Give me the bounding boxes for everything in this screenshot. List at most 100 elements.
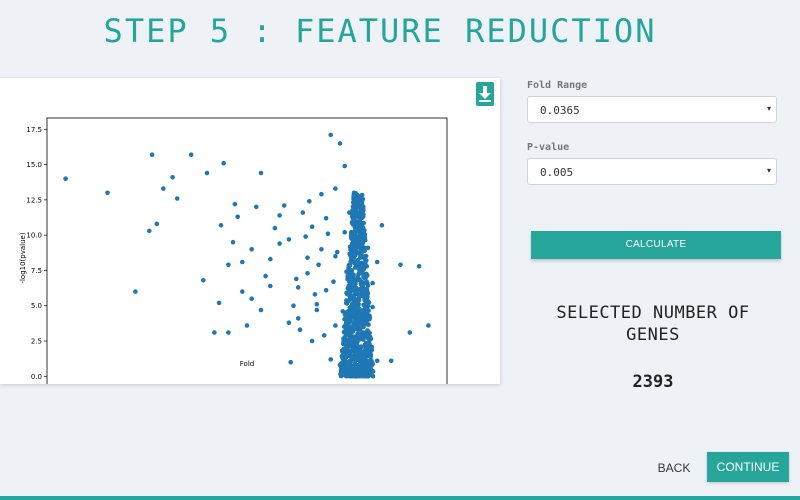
data-point xyxy=(343,325,348,331)
data-point xyxy=(362,321,368,327)
data-point xyxy=(351,368,357,374)
chevron-down-icon: ▾ xyxy=(766,166,771,175)
data-point xyxy=(321,333,327,338)
data-point xyxy=(359,253,364,258)
pvalue-value: 0.005 xyxy=(540,166,574,179)
data-point xyxy=(212,330,217,335)
data-point xyxy=(340,355,345,361)
fold-range-label: Fold Range xyxy=(527,80,588,91)
data-point xyxy=(342,163,348,169)
data-point xyxy=(356,309,362,314)
data-point xyxy=(353,228,359,234)
data-point xyxy=(407,330,413,335)
data-point xyxy=(349,288,354,294)
data-point xyxy=(314,307,320,313)
data-point xyxy=(351,334,357,340)
data-point xyxy=(353,205,359,210)
data-point xyxy=(174,196,180,201)
data-point xyxy=(361,204,366,210)
data-point xyxy=(365,273,370,278)
data-point xyxy=(230,239,236,245)
data-point xyxy=(359,331,365,336)
data-point xyxy=(342,350,348,355)
data-point xyxy=(361,337,366,342)
plot-area-frame xyxy=(46,117,448,384)
data-point xyxy=(367,371,373,377)
calculate-button[interactable]: CALCULATE xyxy=(531,231,781,259)
data-point xyxy=(357,210,363,216)
data-point xyxy=(357,286,363,292)
data-point xyxy=(426,323,431,328)
data-point xyxy=(352,373,358,379)
data-point xyxy=(147,228,152,234)
pvalue-select[interactable]: 0.005 ▾ xyxy=(527,158,777,185)
data-point xyxy=(201,278,206,283)
data-point xyxy=(361,265,367,270)
data-point xyxy=(346,278,352,283)
y-tick-label: 17.5 xyxy=(26,126,42,134)
data-point xyxy=(218,223,224,228)
data-point xyxy=(295,316,301,321)
data-point xyxy=(272,225,278,231)
data-point xyxy=(356,294,362,300)
data-point xyxy=(349,353,354,358)
data-point xyxy=(325,231,331,236)
data-point xyxy=(345,365,350,370)
volcano-plot: −3.0−2.5−2.0−1.5−1.0−0.50.00.5 0.02.55.0… xyxy=(19,117,448,384)
data-point xyxy=(349,233,354,239)
download-button[interactable] xyxy=(476,82,494,106)
data-point xyxy=(351,283,357,289)
data-point xyxy=(154,221,160,227)
data-point xyxy=(355,318,360,324)
selected-genes-count: 2393 xyxy=(632,372,674,392)
data-point xyxy=(204,170,210,176)
data-point xyxy=(319,191,324,197)
data-point xyxy=(288,359,294,365)
data-point xyxy=(240,289,245,294)
data-point xyxy=(366,316,371,322)
data-point xyxy=(340,309,346,314)
data-point xyxy=(346,337,352,343)
x-axis-label: Fold xyxy=(240,360,254,368)
volcano-plot-card: −3.0−2.5−2.0−1.5−1.0−0.50.00.5 0.02.55.0… xyxy=(0,78,500,384)
data-point xyxy=(346,298,352,303)
data-point xyxy=(356,366,361,372)
y-tick-label: 10.0 xyxy=(26,232,42,240)
data-point xyxy=(354,238,359,243)
data-point xyxy=(342,341,347,347)
data-point xyxy=(312,292,318,297)
data-point xyxy=(351,325,357,331)
data-point xyxy=(268,256,273,262)
selected-genes-label: SELECTED NUMBER OF GENES xyxy=(556,303,750,345)
data-point xyxy=(303,234,308,239)
data-point xyxy=(344,345,349,351)
data-point xyxy=(309,338,315,344)
data-point xyxy=(374,259,380,265)
data-point xyxy=(358,235,364,241)
data-point xyxy=(352,347,358,352)
data-point xyxy=(297,327,303,332)
data-point xyxy=(361,294,366,299)
data-point xyxy=(359,282,364,288)
data-point xyxy=(342,230,348,235)
back-button[interactable]: BACK xyxy=(652,458,696,478)
data-point xyxy=(319,247,324,252)
data-point xyxy=(362,354,368,359)
data-point xyxy=(365,245,371,251)
data-point xyxy=(337,141,343,146)
data-point xyxy=(286,320,292,325)
data-point xyxy=(364,286,370,292)
fold-range-select[interactable]: 0.0365 ▾ xyxy=(527,96,777,123)
continue-button[interactable]: CONTINUE xyxy=(707,452,789,482)
data-point xyxy=(333,323,338,328)
data-point xyxy=(235,214,240,220)
data-point xyxy=(216,300,222,306)
data-point xyxy=(309,224,315,229)
data-point xyxy=(349,303,355,308)
fold-range-value: 0.0365 xyxy=(540,104,580,117)
data-point xyxy=(170,175,175,180)
data-point xyxy=(344,269,349,275)
data-point xyxy=(149,152,155,157)
data-point xyxy=(361,372,366,378)
data-point xyxy=(226,330,231,335)
